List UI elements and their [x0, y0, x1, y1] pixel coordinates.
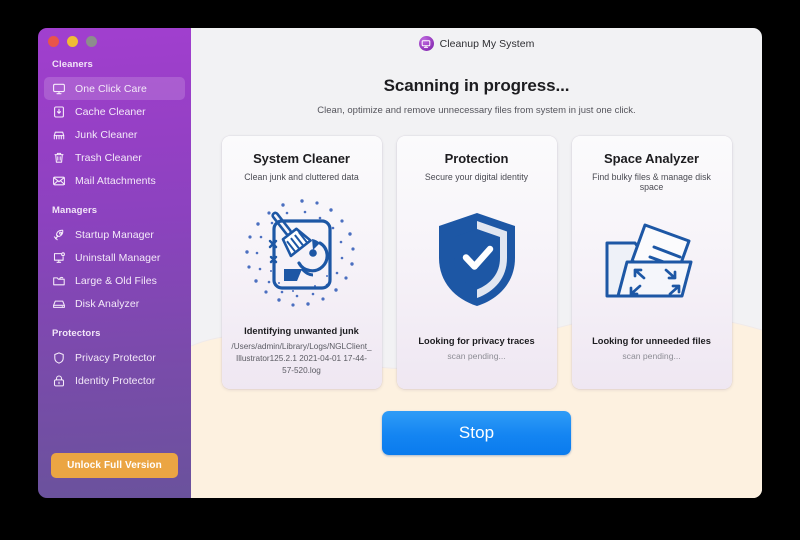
sidebar-item-label: Uninstall Manager: [75, 251, 161, 264]
broom-disk-scanning-icon: [231, 182, 373, 326]
app-logo-icon: [418, 36, 434, 51]
scan-cards: System Cleaner Clean junk and cluttered …: [191, 136, 762, 389]
card-pending-label: scan pending...: [622, 351, 681, 361]
sidebar-item-cache-cleaner[interactable]: Cache Cleaner: [44, 100, 185, 123]
sidebar-item-label: Junk Cleaner: [75, 128, 138, 141]
sidebar-item-label: Disk Analyzer: [75, 297, 140, 310]
card-status: Looking for unneeded files: [592, 336, 711, 346]
monitor-icon: [52, 82, 66, 96]
sidebar-item-label: Startup Manager: [75, 228, 154, 241]
minimize-window-button[interactable]: [67, 36, 78, 47]
sidebar-item-label: Privacy Protector: [75, 351, 156, 364]
sidebar-item-label: Cache Cleaner: [75, 105, 146, 118]
folder-resize-icon: [581, 192, 723, 336]
sidebar-item-uninstall-manager[interactable]: Uninstall Manager: [44, 246, 185, 269]
sidebar-item-privacy-protector[interactable]: Privacy Protector: [44, 346, 185, 369]
sidebar-item-junk-cleaner[interactable]: Junk Cleaner: [44, 123, 185, 146]
envelope-icon: [52, 174, 66, 188]
card-title: Space Analyzer: [604, 151, 699, 166]
traffic-lights: [48, 36, 97, 47]
cache-box-icon: [52, 105, 66, 119]
page-title: Scanning in progress...: [383, 76, 570, 95]
folder-open-icon: [52, 274, 66, 288]
card-title: Protection: [444, 151, 509, 166]
app-title: Cleanup My System: [439, 37, 535, 50]
broom-icon: [52, 128, 66, 142]
stop-scan-button[interactable]: Stop: [382, 411, 571, 455]
sidebar-item-label: Mail Attachments: [75, 174, 156, 187]
sidebar-item-mail-attachments[interactable]: Mail Attachments: [44, 169, 185, 192]
close-window-button[interactable]: [48, 36, 59, 47]
sidebar-item-disk-analyzer[interactable]: Disk Analyzer: [44, 292, 185, 315]
trash-icon: [52, 151, 66, 165]
card-system-cleaner[interactable]: System Cleaner Clean junk and cluttered …: [221, 136, 382, 389]
padlock-icon: [52, 374, 66, 388]
unlock-full-version-button[interactable]: Unlock Full Version: [51, 453, 178, 478]
sidebar-group-label-managers: Managers: [52, 205, 98, 216]
sidebar-item-label: Large & Old Files: [75, 274, 157, 287]
card-title: System Cleaner: [253, 151, 350, 166]
sidebar-item-identity-protector[interactable]: Identity Protector: [44, 369, 185, 392]
sidebar-item-label: Trash Cleaner: [75, 151, 142, 164]
card-subtitle: Secure your digital identity: [424, 172, 529, 182]
sidebar-group-label-cleaners: Cleaners: [52, 59, 93, 70]
sidebar-group-label-protectors: Protectors: [52, 328, 101, 339]
sidebar-item-label: One Click Care: [75, 82, 147, 95]
card-status: Identifying unwanted junk: [244, 326, 359, 337]
app-window: Cleaners One Click Care Cache Cleaner Ju…: [38, 28, 762, 498]
page-subtitle: Clean, optimize and remove unnecessary f…: [317, 105, 636, 116]
main-content: Cleanup My System Scanning in progress..…: [191, 28, 762, 498]
sidebar-item-trash-cleaner[interactable]: Trash Cleaner: [44, 146, 185, 169]
monitor-badge-icon: [52, 251, 66, 265]
sidebar-item-large-and-old-files[interactable]: Large & Old Files: [44, 269, 185, 292]
zoom-window-button[interactable]: [86, 36, 97, 47]
sidebar: Cleaners One Click Care Cache Cleaner Ju…: [38, 28, 191, 498]
card-subtitle: Clean junk and cluttered data: [244, 172, 359, 182]
card-protection[interactable]: Protection Secure your digital identity …: [396, 136, 557, 389]
app-titlebar: Cleanup My System: [191, 28, 762, 59]
card-subtitle: Find bulky files & manage disk space: [592, 172, 711, 192]
sidebar-item-startup-manager[interactable]: Startup Manager: [44, 223, 185, 246]
shield-icon: [52, 351, 66, 365]
card-detail-path: /Users/admin/Library/Logs/NGLClient_Illu…: [231, 342, 372, 376]
sidebar-item-one-click-care[interactable]: One Click Care: [44, 77, 185, 100]
card-status: Looking for privacy traces: [418, 336, 535, 346]
disk-drive-icon: [52, 297, 66, 311]
card-pending-label: scan pending...: [447, 351, 506, 361]
rocket-icon: [52, 228, 66, 242]
shield-check-icon: [406, 182, 548, 336]
card-space-analyzer[interactable]: Space Analyzer Find bulky files & manage…: [571, 136, 732, 389]
sidebar-item-label: Identity Protector: [75, 374, 156, 387]
